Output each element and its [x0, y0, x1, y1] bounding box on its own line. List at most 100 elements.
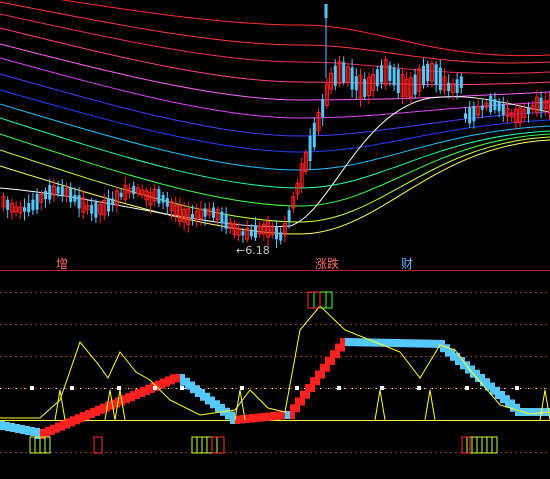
indicator-step — [10, 423, 15, 432]
candle-body — [434, 64, 438, 85]
signal-box — [481, 436, 488, 454]
candle-body — [111, 198, 115, 205]
indicator-step — [360, 338, 365, 347]
oscillator-spike — [374, 389, 386, 421]
indicator-step — [410, 339, 415, 348]
signal-box — [471, 436, 478, 454]
candle-body — [249, 229, 253, 237]
indicator-step — [15, 424, 20, 433]
ma-line — [0, 73, 550, 137]
indicator-step — [75, 414, 80, 425]
indicator-step — [140, 386, 145, 397]
candle-body — [447, 82, 451, 92]
indicator-step — [325, 357, 330, 372]
indicator-step — [180, 374, 185, 386]
candle-body — [275, 226, 278, 240]
indicator-step — [510, 399, 515, 412]
ma-line — [0, 136, 550, 223]
signal-dot — [180, 386, 184, 390]
signal-label-c: 财 — [401, 257, 414, 271]
indicator-step — [310, 377, 315, 392]
signal-dot — [295, 386, 299, 390]
candle-body — [497, 101, 501, 112]
signal-box-top — [307, 291, 315, 309]
indicator-step — [495, 386, 500, 399]
indicator-step — [490, 382, 495, 395]
candle-body — [220, 211, 224, 224]
indicator-step — [20, 425, 25, 434]
indicator-step — [525, 408, 530, 416]
candle-body — [464, 113, 467, 119]
signal-dot — [153, 386, 157, 390]
indicator-step — [305, 384, 310, 399]
indicator-step — [260, 413, 265, 422]
indicator-step — [135, 389, 140, 400]
candle-body — [333, 65, 337, 86]
candle-body — [287, 210, 291, 222]
signal-label-b: 涨跌 — [315, 257, 340, 271]
indicator-step — [55, 422, 60, 433]
candle-body — [422, 65, 425, 86]
candle-body — [77, 195, 81, 209]
ma-line — [0, 57, 550, 119]
candle-body — [324, 4, 328, 18]
candle-body — [69, 188, 73, 203]
indicator-step — [350, 338, 355, 347]
indicator-step — [65, 418, 70, 429]
indicator-step — [420, 339, 425, 348]
ma-line — [59, 0, 550, 57]
ma-line — [0, 133, 550, 207]
oscillator-spike — [424, 389, 436, 421]
candle-body — [312, 122, 316, 148]
indicator-boxes — [29, 291, 498, 454]
candle-body — [489, 96, 493, 113]
candle-body — [241, 231, 245, 236]
chart-canvas — [0, 0, 550, 454]
indicator-step — [395, 339, 400, 348]
candle-body — [396, 69, 400, 93]
indicator-step — [215, 400, 220, 412]
signal-box — [476, 436, 483, 454]
indicator-step — [25, 426, 30, 435]
indicator-step — [370, 338, 375, 347]
candlesticks — [1, 4, 550, 249]
signal-box — [461, 436, 468, 454]
indicator-step — [265, 412, 270, 421]
candle-body — [413, 74, 417, 95]
candle-body — [539, 97, 543, 111]
candle-body — [501, 103, 505, 115]
indicator-step — [100, 403, 105, 414]
ma-line — [0, 27, 550, 86]
signal-box — [191, 436, 198, 454]
candle-body — [56, 186, 60, 194]
low-price-marker: ←6.18 — [236, 244, 270, 257]
candle-body — [363, 79, 367, 97]
indicator-step — [340, 338, 345, 352]
signal-box — [211, 436, 218, 454]
candle-body — [279, 232, 283, 241]
indicator-step — [405, 339, 410, 348]
candle-body — [426, 63, 430, 82]
ma-line-white — [0, 96, 550, 228]
candle-body — [73, 194, 77, 202]
candle-body — [90, 205, 94, 214]
candle-body — [161, 194, 165, 203]
signal-box-red — [461, 436, 471, 454]
signal-box-top — [319, 291, 327, 309]
indicator-step — [330, 350, 335, 365]
indicator-step — [210, 396, 215, 409]
candle-body — [60, 186, 64, 196]
signal-dot — [117, 386, 121, 390]
signal-dot — [240, 386, 244, 390]
signal-box — [44, 436, 51, 454]
candle-body — [107, 198, 110, 212]
signal-box — [29, 436, 36, 454]
candle-body — [380, 65, 383, 83]
indicator-step — [95, 405, 100, 416]
indicator-step — [245, 414, 250, 423]
signal-box — [34, 436, 41, 454]
candle-body — [350, 67, 354, 90]
indicator-step — [290, 404, 295, 419]
indicator-step — [455, 352, 460, 365]
indicator-step — [320, 363, 325, 379]
